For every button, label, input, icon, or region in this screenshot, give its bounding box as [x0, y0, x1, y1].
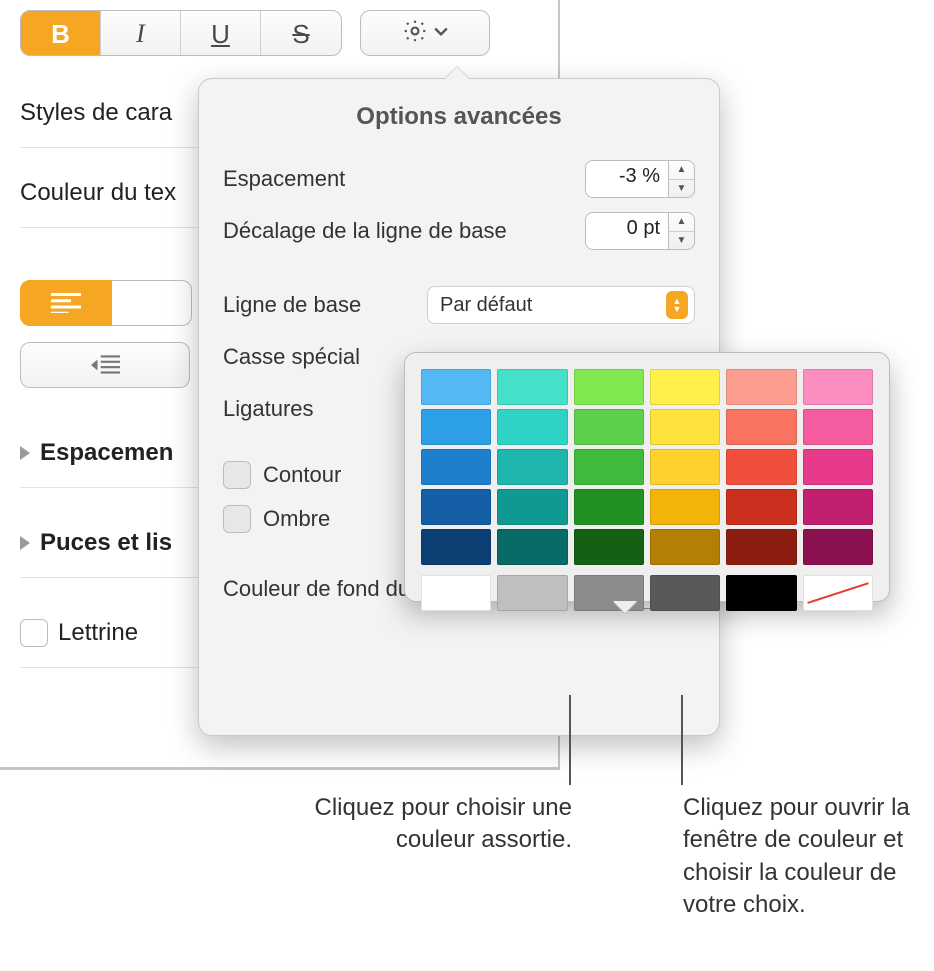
stepper-buttons[interactable]: ▲▼: [669, 160, 695, 198]
color-swatch[interactable]: [574, 489, 644, 525]
spacing-section-label: Espacemen: [40, 439, 173, 467]
color-swatch-grid: [421, 369, 873, 565]
color-swatch[interactable]: [421, 369, 491, 405]
color-swatch[interactable]: [497, 409, 567, 445]
color-swatch[interactable]: [650, 529, 720, 565]
tracking-label: Espacement: [223, 166, 345, 192]
callout-leader: [681, 695, 683, 785]
color-swatch[interactable]: [421, 575, 491, 611]
callout-leader: [569, 695, 571, 785]
color-swatch[interactable]: [650, 449, 720, 485]
ligatures-label: Ligatures: [223, 396, 314, 422]
color-swatch[interactable]: [421, 529, 491, 565]
underline-button[interactable]: U: [181, 11, 261, 56]
color-swatch[interactable]: [803, 529, 873, 565]
dropcap-label: Lettrine: [58, 619, 138, 647]
chevron-right-icon: [20, 446, 30, 460]
strikethrough-button[interactable]: S: [261, 11, 341, 56]
dropcap-checkbox[interactable]: [20, 619, 48, 647]
italic-button[interactable]: I: [101, 11, 181, 56]
outline-checkbox[interactable]: [223, 461, 251, 489]
callout-right: Cliquez pour ouvrir la fenêtre de couleu…: [683, 792, 913, 922]
text-style-toolbar: B I U S: [20, 10, 490, 56]
color-swatch[interactable]: [726, 489, 796, 525]
color-swatch[interactable]: [574, 369, 644, 405]
stepper-buttons[interactable]: ▲▼: [669, 212, 695, 250]
color-swatch[interactable]: [574, 575, 644, 611]
style-segment: B I U S: [20, 10, 342, 56]
color-swatch[interactable]: [650, 575, 720, 611]
color-swatch[interactable]: [803, 489, 873, 525]
color-swatch[interactable]: [421, 449, 491, 485]
bullets-section-label: Puces et lis: [40, 529, 172, 557]
baseline-offset-label: Décalage de la ligne de base: [223, 218, 507, 244]
baseline-offset-row: Décalage de la ligne de base 0 pt ▲▼: [223, 205, 695, 257]
baseline-label: Ligne de base: [223, 292, 361, 318]
callout-left: Cliquez pour choisir une couleur assorti…: [310, 792, 572, 857]
color-swatch[interactable]: [497, 529, 567, 565]
color-swatch[interactable]: [803, 449, 873, 485]
color-swatch[interactable]: [574, 449, 644, 485]
indent-decrease-button[interactable]: [20, 342, 190, 388]
align-left-button[interactable]: [20, 280, 112, 326]
no-color-swatch[interactable]: [803, 575, 873, 611]
shadow-label: Ombre: [263, 506, 330, 532]
text-color-label: Couleur du tex: [20, 179, 176, 207]
color-swatch[interactable]: [574, 529, 644, 565]
color-swatch[interactable]: [421, 409, 491, 445]
color-swatch[interactable]: [650, 409, 720, 445]
align-other-button[interactable]: [112, 280, 192, 326]
outline-label: Contour: [263, 462, 341, 488]
color-swatch[interactable]: [726, 369, 796, 405]
tracking-row: Espacement -3 % ▲▼: [223, 153, 695, 205]
baseline-row: Ligne de base Par défaut ▲▼: [223, 279, 695, 331]
baseline-offset-value[interactable]: 0 pt: [585, 212, 669, 250]
color-swatch[interactable]: [726, 449, 796, 485]
color-palette-popover: [404, 352, 890, 602]
advanced-options-button[interactable]: [360, 10, 490, 56]
character-styles-label: Styles de cara: [20, 99, 172, 127]
color-swatch[interactable]: [421, 489, 491, 525]
case-label: Casse spécial: [223, 344, 360, 370]
color-swatch[interactable]: [497, 489, 567, 525]
tracking-stepper[interactable]: -3 % ▲▼: [585, 160, 695, 198]
color-swatch[interactable]: [726, 409, 796, 445]
chevron-right-icon: [20, 536, 30, 550]
baseline-offset-stepper[interactable]: 0 pt ▲▼: [585, 212, 695, 250]
color-swatch[interactable]: [497, 369, 567, 405]
color-swatch[interactable]: [497, 449, 567, 485]
color-swatch[interactable]: [574, 409, 644, 445]
updown-caret-icon: ▲▼: [666, 291, 688, 319]
color-swatch[interactable]: [650, 369, 720, 405]
tracking-value[interactable]: -3 %: [585, 160, 669, 198]
color-swatch[interactable]: [650, 489, 720, 525]
grayscale-swatch-row: [421, 575, 873, 611]
color-swatch[interactable]: [497, 575, 567, 611]
chevron-down-icon: [434, 24, 448, 42]
baseline-dropdown[interactable]: Par défaut ▲▼: [427, 286, 695, 324]
color-swatch[interactable]: [803, 409, 873, 445]
color-swatch[interactable]: [803, 369, 873, 405]
color-swatch[interactable]: [726, 575, 796, 611]
popover-title: Options avancées: [223, 103, 695, 131]
color-swatch[interactable]: [726, 529, 796, 565]
shadow-checkbox[interactable]: [223, 505, 251, 533]
gear-icon: [402, 18, 428, 49]
bold-button[interactable]: B: [21, 11, 101, 56]
baseline-value: Par défaut: [440, 294, 532, 317]
